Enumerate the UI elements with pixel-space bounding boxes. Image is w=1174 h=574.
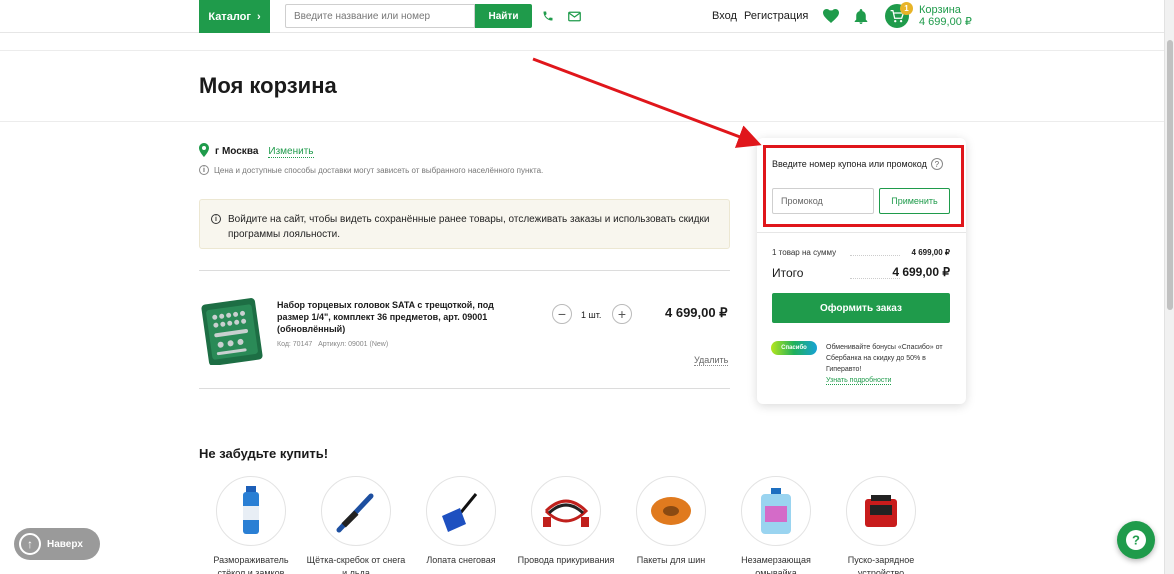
mail-icon[interactable] [566,8,582,24]
recommendation-item[interactable]: Незамерзающая омывайка [726,476,826,574]
recommendation-label: Пакеты для шин [636,555,706,565]
recommendation-item[interactable]: Размораживатель стёкол и замков [201,476,301,574]
help-question-icon: ? [1126,530,1146,550]
location-pin-icon [199,143,209,160]
title-band [0,50,1164,122]
location-note: i Цена и доступные способы доставки могу… [199,165,543,175]
checkout-button[interactable]: Оформить заказ [772,293,950,323]
qty-value: 1 шт. [581,310,602,320]
plus-icon: + [617,306,627,322]
scrollbar-thumb[interactable] [1167,40,1173,310]
recommendation-label: Пуско-зарядное устройство [847,555,915,574]
promo-code-input[interactable] [772,188,874,214]
back-to-top-button[interactable]: ↑ Наверх [14,528,100,560]
login-notice-text: Войдите на сайт, чтобы видеть сохранённы… [228,214,710,240]
delete-item-link[interactable]: Удалить [694,355,729,366]
location-row: г Москва Изменить [199,143,314,160]
cart-label: Корзина [919,4,961,16]
recommendation-item[interactable]: Лопата снеговая [411,476,511,574]
recommendation-item[interactable]: Пакеты для шин [621,476,721,574]
items-sum-value: 4 699,00 ₽ [911,248,950,257]
change-location-link[interactable]: Изменить [268,146,314,158]
recommendation-label: Незамерзающая омывайка [741,555,811,574]
recommendation-label: Размораживатель стёкол и замков [213,555,289,574]
catalog-button[interactable]: Каталог › [199,0,270,33]
apply-promo-button[interactable]: Применить [879,188,950,214]
recommendation-item[interactable]: Щётка-скребок от снега и льда [306,476,406,574]
battery-charger-image [846,476,916,546]
recommendations-title: Не забудьте купить! [199,446,329,461]
product-meta: Код: 70147 Артикул: 09001 (New) [277,341,388,348]
jumper-cables-image [531,476,601,546]
location-city: г Москва [215,146,259,157]
divider [199,270,730,271]
login-link[interactable]: Вход [712,10,737,22]
arrow-up-icon: ↑ [19,533,41,555]
help-chat-button[interactable]: ? [1117,521,1155,559]
heart-icon[interactable] [823,8,839,24]
product-image[interactable] [199,295,264,366]
promo-label: Введите номер купона или промокод ? [772,158,943,170]
bell-icon[interactable] [853,8,869,24]
product-code: Код: 70147 [277,341,313,348]
promo-label-text: Введите номер купона или промокод [772,159,927,169]
phone-icon[interactable] [540,8,556,24]
back-to-top-label: Наверх [47,538,83,550]
info-icon: i [211,214,221,224]
search-button[interactable]: Найти [475,4,532,28]
washer-fluid-image [741,476,811,546]
recommendation-item[interactable]: Провода прикуривания [516,476,616,574]
snow-brush-image [321,476,391,546]
page-scrollbar[interactable] [1164,0,1174,574]
dotted-leader [850,255,900,256]
page-title: Моя корзина [199,73,337,98]
decrease-qty-button[interactable]: − [552,304,572,324]
search-input[interactable] [285,4,475,28]
item-price: 4 699,00 ₽ [665,305,728,320]
chevron-right-icon: › [256,10,261,23]
items-sum-label: 1 товар на сумму [772,248,837,257]
cart-count-badge: 1 [900,2,913,15]
spasibo-logo-text: Спасибо [781,345,807,351]
svg-text:?: ? [1132,533,1140,548]
spasibo-details-link[interactable]: Узнать подробности [826,377,892,385]
info-icon: i [199,165,209,175]
summary-divider [757,232,966,233]
defroster-image [216,476,286,546]
catalog-label: Каталог [208,10,251,23]
minus-icon: − [557,306,567,322]
recommendation-item[interactable]: Пуско-зарядное устройство [831,476,931,574]
product-name[interactable]: Набор торцевых головок SATA с трещоткой,… [277,299,502,335]
total-value: 4 699,00 ₽ [892,265,950,279]
tire-bags-image [636,476,706,546]
site-header: Каталог › Найти Вход Регистрация 1 Корзи… [0,0,1164,33]
product-article: Артикул: 09001 (New) [318,341,389,348]
cart-link[interactable]: Корзина 4 699,00 ₽ [919,4,972,28]
login-notice: i Войдите на сайт, чтобы видеть сохранён… [199,199,730,249]
divider [199,388,730,389]
location-note-text: Цена и доступные способы доставки могут … [214,165,544,175]
recommendation-label: Лопата снеговая [426,555,496,565]
snow-shovel-image [426,476,496,546]
spasibo-logo: Спасибо [771,341,817,355]
increase-qty-button[interactable]: + [612,304,632,324]
recommendation-label: Провода прикуривания [517,555,615,565]
register-link[interactable]: Регистрация [744,10,808,22]
help-question-icon[interactable]: ? [930,158,943,170]
recommendation-label: Щётка-скребок от снега и льда [306,555,406,574]
spasibo-text: Обменивайте бонусы «Спасибо» от Сбербанк… [826,344,943,373]
cart-total: 4 699,00 ₽ [919,16,972,28]
total-label: Итого [772,266,804,280]
